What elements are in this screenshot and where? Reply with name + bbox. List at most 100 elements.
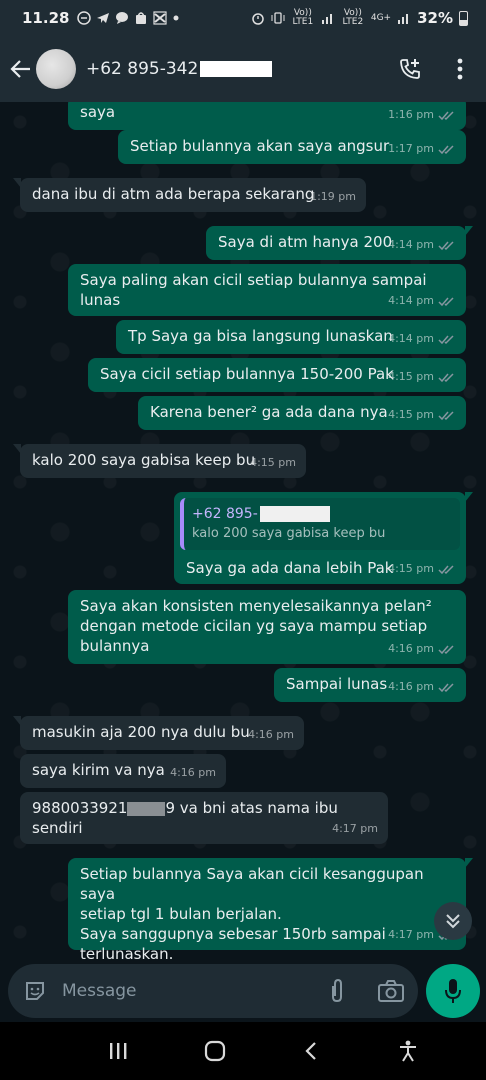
battery-percent: 32% — [417, 9, 453, 27]
shop-icon — [136, 12, 147, 24]
message-time: 4:16 pm — [388, 680, 434, 693]
message-text: kalo 200 saya gabisa keep bu — [32, 451, 256, 469]
nav-back-button[interactable] — [291, 1031, 331, 1071]
more-vertical-icon — [457, 58, 463, 80]
message-text: 9880033921 9 va bni atas nama ibu sendiri — [32, 799, 343, 837]
double-check-icon — [438, 682, 454, 692]
attach-button[interactable] — [324, 978, 350, 1004]
message-bubble[interactable]: +62 895- kalo 200 saya gabisa keep bu Sa… — [174, 492, 473, 584]
arrow-left-icon — [10, 60, 30, 78]
chat-header: +62 895-342 — [0, 36, 486, 102]
message-bubble[interactable]: saya kirim va nya 4:16 pm — [20, 754, 226, 788]
message-bubble[interactable]: Sampai lunas 4:16 pm — [274, 668, 466, 702]
quoted-message[interactable]: +62 895- kalo 200 saya gabisa keep bu — [180, 498, 460, 550]
network-2-label: Vo)) LTE2 — [342, 8, 364, 27]
message-bubble[interactable]: kalo 200 saya gabisa keep bu 4:15 pm — [13, 444, 306, 478]
message-bubble[interactable]: masukin aja 200 nya dulu bu 4:16 pm — [13, 716, 304, 750]
avatar[interactable] — [36, 49, 76, 89]
double-check-icon — [438, 372, 454, 382]
message-text: Saya di atm hanya 200 — [218, 233, 393, 251]
more-options-button[interactable] — [446, 55, 474, 83]
message-time: 4:14 pm — [388, 294, 434, 307]
double-check-icon — [438, 240, 454, 250]
back-button[interactable] — [8, 56, 34, 82]
message-text: saya kirim va nya — [32, 761, 165, 779]
message-text: dana ibu di atm ada berapa sekarang — [32, 185, 315, 203]
chat-icon — [116, 12, 129, 24]
quoted-text: kalo 200 saya gabisa keep bu — [192, 526, 386, 541]
redaction-box — [200, 61, 273, 77]
system-nav-bar — [0, 1022, 486, 1080]
double-check-icon — [438, 334, 454, 344]
contact-name[interactable]: +62 895-342 — [86, 59, 273, 79]
message-bubble[interactable]: Saya di atm hanya 200 4:14 pm — [206, 226, 473, 260]
message-time: 4:15 pm — [388, 370, 434, 383]
add-call-button[interactable] — [396, 55, 424, 83]
paperclip-icon — [332, 978, 342, 1003]
phone-plus-icon — [400, 59, 420, 79]
microphone-icon — [445, 979, 461, 1003]
message-time: 4:17 pm — [388, 928, 434, 941]
message-bubble[interactable]: Setiap bulannya akan saya angsur 1:17 pm — [118, 130, 466, 164]
signal-2-icon — [398, 14, 409, 24]
message-bubble[interactable]: Saya akan konsisten menyelesaikannya pel… — [68, 590, 466, 664]
home-button[interactable] — [195, 1031, 235, 1071]
message-input[interactable] — [62, 981, 324, 1001]
sticker-button[interactable] — [22, 978, 48, 1004]
recent-apps-button[interactable] — [98, 1031, 138, 1071]
message-bubble[interactable]: 9880033921 9 va bni atas nama ibu sendiri… — [20, 792, 388, 844]
message-input-bar[interactable] — [8, 964, 418, 1018]
status-time: 11.28 — [22, 9, 70, 27]
chat-area[interactable]: saya 1:16 pm Setiap bulannya akan saya a… — [0, 102, 486, 960]
double-check-icon — [438, 110, 454, 120]
message-text: Saya ga ada dana lebih Pak — [186, 559, 394, 577]
message-time: 1:17 pm — [388, 142, 434, 155]
network-1-label: Vo)) LTE1 — [292, 8, 314, 27]
message-time: 1:19 pm — [310, 190, 356, 203]
message-bubble[interactable]: Tp Saya ga bisa langsung lunaskan 4:14 p… — [116, 320, 466, 354]
message-text: Saya akan konsisten menyelesaikannya pel… — [80, 597, 432, 655]
composer — [0, 960, 486, 1022]
voice-message-button[interactable] — [426, 964, 480, 1018]
accessibility-icon — [399, 1040, 416, 1062]
dot-icon — [173, 15, 179, 21]
alarm-icon — [252, 13, 264, 25]
message-time: 4:14 pm — [388, 238, 434, 251]
message-bubble[interactable]: Setiap bulannya Saya akan cicil kesanggu… — [68, 858, 473, 960]
accessibility-button[interactable] — [388, 1031, 428, 1071]
recent-apps-icon — [110, 1043, 127, 1059]
message-bubble[interactable]: Karena bener² ga ada dana nya 4:15 pm — [138, 396, 466, 430]
message-bubble[interactable]: dana ibu di atm ada berapa sekarang 1:19… — [13, 178, 366, 212]
message-bubble[interactable]: Saya paling akan cicil setiap bulannya s… — [68, 264, 466, 316]
va-number-start: 9880033921 — [32, 799, 128, 817]
telegram-icon — [97, 13, 110, 23]
battery-icon — [459, 10, 468, 26]
double-chevron-down-icon — [446, 914, 460, 929]
double-check-icon — [438, 644, 454, 654]
message-text: Saya paling akan cicil setiap bulannya s… — [80, 271, 432, 309]
message-bubble[interactable]: Saya cicil setiap bulannya 150-200 Pak 4… — [88, 358, 466, 392]
double-check-icon — [438, 296, 454, 306]
double-check-icon — [438, 144, 454, 154]
message-text: Saya cicil setiap bulannya 150-200 Pak — [100, 365, 394, 383]
vibrate-icon — [271, 12, 285, 24]
contact-name-text: +62 895-342 — [86, 59, 199, 79]
scroll-to-bottom-button[interactable] — [434, 902, 472, 940]
message-time: 4:17 pm — [332, 822, 378, 835]
quoted-sender: +62 895- — [192, 506, 258, 522]
double-check-icon — [438, 410, 454, 420]
message-time: 4:16 pm — [388, 642, 434, 655]
notification-icons — [77, 11, 180, 25]
message-text: Tp Saya ga bisa langsung lunaskan — [128, 327, 393, 345]
sticker-icon — [26, 982, 44, 1000]
message-text: saya — [80, 103, 116, 121]
message-time: 4:16 pm — [248, 728, 294, 741]
message-time: 1:16 pm — [388, 108, 434, 121]
status-bar: 11.28 Vo)) LTE1 Vo)) LTE2 4G+ 32% — [0, 0, 486, 36]
camera-icon — [378, 980, 404, 1002]
capcut-icon — [153, 11, 168, 25]
camera-button[interactable] — [378, 978, 404, 1004]
message-time: 4:15 pm — [250, 456, 296, 469]
message-time: 4:15 pm — [388, 408, 434, 421]
message-bubble[interactable]: saya 1:16 pm — [68, 102, 466, 130]
